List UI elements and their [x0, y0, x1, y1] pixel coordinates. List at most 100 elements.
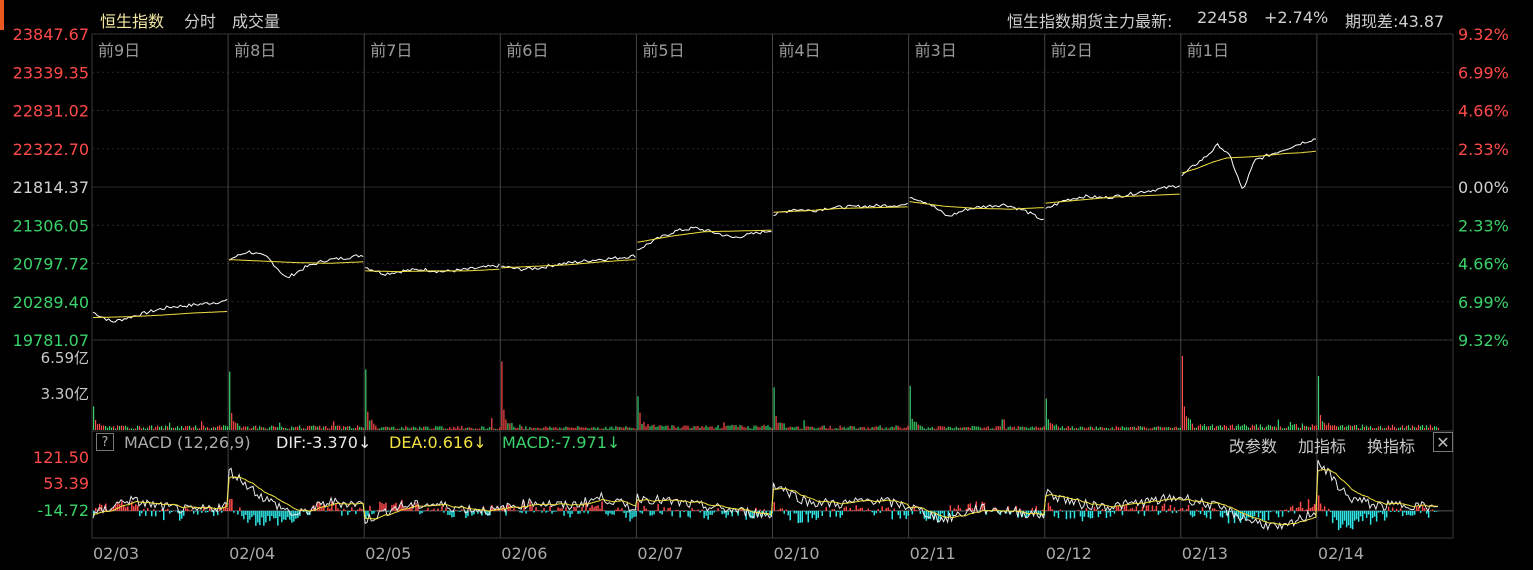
- volume-bar: [985, 427, 987, 430]
- volume-bar: [681, 427, 683, 430]
- tab-index-name[interactable]: 恒生指数: [100, 8, 164, 32]
- volume-bar: [773, 387, 775, 430]
- volume-bar: [967, 426, 969, 430]
- tab-volume[interactable]: 成交量: [232, 8, 280, 32]
- volume-bar: [1309, 427, 1311, 430]
- volume-bar: [869, 428, 871, 430]
- futures-label: 恒生指数期货主力最新:: [1007, 12, 1173, 31]
- volume-bar: [1201, 425, 1203, 430]
- volume-bar: [745, 427, 747, 430]
- volume-bar: [1207, 426, 1209, 430]
- macd-histogram-bar: [913, 507, 916, 511]
- volume-bar: [909, 385, 911, 430]
- volume-bar: [599, 428, 601, 430]
- macd-histogram-bar: [1345, 510, 1348, 528]
- volume-bar: [277, 427, 279, 430]
- volume-bar: [793, 427, 795, 430]
- macd-histogram-bar: [653, 510, 655, 515]
- help-button[interactable]: ?: [96, 433, 114, 451]
- volume-bar: [263, 427, 265, 430]
- modify-params-button[interactable]: 改参数: [1229, 433, 1277, 457]
- macd-histogram-bar: [1085, 508, 1088, 511]
- volume-bar: [565, 426, 567, 430]
- macd-histogram-bar: [813, 510, 815, 515]
- volume-bar: [1367, 427, 1370, 430]
- close-icon[interactable]: ✕: [1433, 432, 1453, 452]
- volume-bar: [435, 426, 437, 430]
- macd-histogram-bar: [353, 510, 355, 511]
- macd-histogram-bar: [797, 510, 799, 524]
- volume-bar: [529, 427, 531, 430]
- macd-histogram-bar: [229, 499, 231, 511]
- day-label: 前5日: [642, 41, 684, 60]
- macd-histogram-bar: [727, 510, 729, 516]
- volume-bar: [109, 426, 111, 430]
- macd-histogram-bar: [1391, 507, 1394, 511]
- volume-bar: [413, 426, 415, 430]
- macd-histogram-bar: [601, 501, 603, 511]
- tab-intraday[interactable]: 分时: [184, 8, 216, 32]
- macd-histogram-bar: [551, 510, 553, 514]
- volume-bar: [549, 426, 551, 430]
- macd-histogram-bar: [1069, 510, 1072, 519]
- volume-bar: [1259, 424, 1261, 430]
- volume-bar: [1313, 425, 1315, 430]
- macd-histogram-bar: [1215, 509, 1218, 511]
- macd-histogram-bar: [809, 510, 811, 514]
- macd-histogram-bar: [369, 505, 371, 511]
- volume-bar: [1117, 427, 1119, 430]
- macd-histogram-bar: [185, 507, 187, 511]
- volume-bar: [1177, 428, 1179, 430]
- macd-histogram-bar: [1293, 510, 1296, 514]
- volume-bar: [539, 428, 541, 430]
- volume-bar: [1119, 427, 1121, 430]
- volume-bar: [649, 426, 651, 430]
- macd-histogram-bar: [697, 509, 699, 511]
- volume-bar: [289, 428, 291, 430]
- volume-bar: [281, 426, 283, 430]
- volume-bar: [1041, 427, 1043, 430]
- volume-bar: [577, 426, 579, 430]
- volume-bar: [1351, 426, 1354, 430]
- volume-bar: [593, 426, 595, 430]
- macd-histogram-bar: [1253, 510, 1256, 517]
- volume-bar: [925, 429, 927, 430]
- volume-bar: [255, 425, 257, 430]
- volume-bar: [635, 429, 637, 430]
- macd-histogram-bar: [249, 510, 251, 520]
- volume-bar: [149, 425, 151, 430]
- macd-histogram-bar: [879, 510, 881, 513]
- macd-histogram-bar: [1093, 507, 1096, 511]
- macd-histogram-bar: [675, 509, 677, 511]
- volume-bar: [889, 427, 891, 430]
- volume-bar: [1199, 424, 1201, 430]
- volume-bar: [655, 427, 657, 430]
- macd-histogram-bar: [1347, 510, 1350, 526]
- macd-tick-label: 53.39: [43, 474, 89, 493]
- macd-histogram-bar: [247, 510, 249, 523]
- percent-tick-label: 2.33%: [1458, 216, 1509, 235]
- volume-bar: [151, 425, 153, 430]
- volume-bar: [427, 426, 429, 430]
- volume-bar: [1339, 425, 1342, 430]
- macd-histogram-bar: [461, 509, 463, 511]
- macd-histogram-bar: [1405, 510, 1408, 516]
- macd-histogram-bar: [197, 510, 199, 515]
- macd-histogram-bar: [431, 509, 433, 511]
- volume-bar: [897, 425, 899, 430]
- volume-bar: [825, 428, 827, 430]
- macd-histogram-bar: [137, 505, 139, 511]
- volume-bar: [1387, 425, 1390, 430]
- volume-bar: [553, 427, 555, 430]
- macd-histogram-bar: [1243, 510, 1246, 513]
- add-indicator-button[interactable]: 加指标: [1298, 433, 1346, 457]
- macd-histogram-bar: [655, 510, 657, 511]
- macd-histogram-bar: [545, 510, 547, 513]
- macd-histogram-bar: [243, 510, 245, 520]
- switch-indicator-button[interactable]: 换指标: [1367, 433, 1415, 457]
- macd-histogram-bar: [957, 505, 960, 511]
- volume-bar: [443, 428, 445, 430]
- macd-histogram-bar: [865, 510, 867, 511]
- volume-bar: [397, 428, 399, 430]
- volume-bar: [639, 412, 641, 430]
